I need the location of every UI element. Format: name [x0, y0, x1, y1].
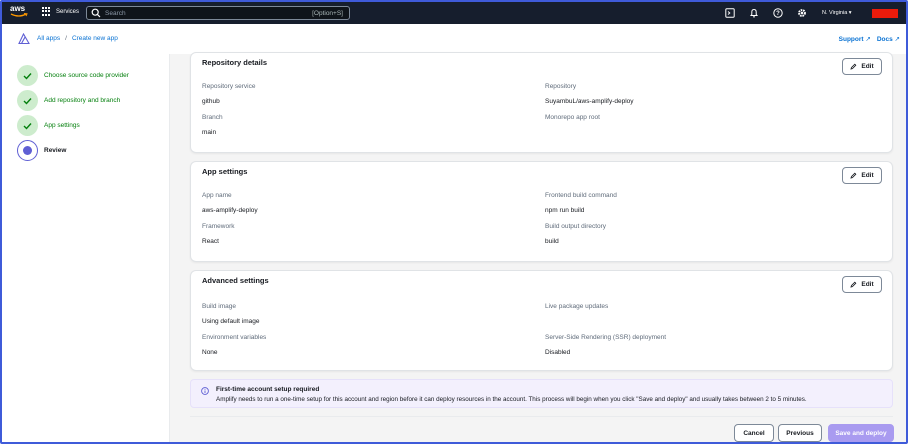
- step-choose-source[interactable]: Choose source code provider: [17, 65, 129, 86]
- svg-text:?: ?: [776, 11, 780, 17]
- field-value: github: [202, 98, 220, 105]
- divider: [190, 416, 893, 417]
- edit-app-settings-button[interactable]: Edit: [842, 167, 882, 184]
- region-selector[interactable]: N. Virginia ▾: [822, 10, 852, 16]
- browser-frame: aws Services Search [Option+S] ? N. Virg…: [0, 0, 908, 444]
- aws-smile-icon: [10, 13, 28, 17]
- repository-details-card: Repository details Edit Repository servi…: [190, 52, 893, 153]
- amplify-logo-icon[interactable]: [18, 33, 30, 44]
- alert-message: Amplify needs to run a one-time setup fo…: [216, 396, 807, 403]
- field-value: SuyambuL/aws-amplify-deploy: [545, 98, 634, 105]
- bell-icon[interactable]: [749, 8, 759, 18]
- info-icon: [201, 387, 209, 395]
- field-label: Repository: [545, 83, 577, 90]
- docs-link[interactable]: Docs ↗: [877, 35, 900, 43]
- field-value: main: [202, 129, 217, 136]
- edit-label: Edit: [861, 63, 874, 70]
- step-label: Choose source code provider: [44, 72, 129, 79]
- cloudshell-icon[interactable]: [725, 8, 735, 18]
- alert-title: First-time account setup required: [216, 386, 320, 393]
- app-settings-card: App settings Edit App name aws-amplify-d…: [190, 161, 893, 262]
- step-label: Review: [44, 147, 67, 154]
- external-link-icon: ↗: [865, 36, 871, 43]
- search-icon: [91, 8, 101, 18]
- step-label: App settings: [44, 122, 80, 129]
- card-title: Advanced settings: [202, 276, 269, 285]
- top-nav: aws Services Search [Option+S] ? N. Virg…: [2, 2, 906, 24]
- aws-logo-text: aws: [10, 4, 26, 13]
- grid-icon: [42, 7, 51, 16]
- account-menu-redacted[interactable]: [872, 9, 898, 18]
- breadcrumb-create-new-app[interactable]: Create new app: [72, 35, 118, 42]
- help-links: Support ↗ Docs ↗: [839, 35, 900, 43]
- search-shortcut: [Option+S]: [312, 9, 343, 17]
- field-label: Live package updates: [545, 303, 609, 310]
- step-review: Review: [17, 140, 66, 161]
- step-add-repository[interactable]: Add repository and branch: [17, 90, 120, 111]
- field-label: Framework: [202, 223, 235, 230]
- field-value: Using default image: [202, 318, 260, 325]
- field-label: Environment variables: [202, 334, 267, 341]
- field-label: Frontend build command: [545, 192, 617, 199]
- field-label: App name: [202, 192, 232, 199]
- edit-repository-button[interactable]: Edit: [842, 58, 882, 75]
- breadcrumb-bar: All apps / Create new app Support ↗ Docs…: [2, 24, 906, 54]
- field-label: Monorepo app root: [545, 114, 600, 121]
- breadcrumb-separator: /: [65, 35, 67, 42]
- field-value: build: [545, 238, 559, 245]
- pencil-icon: [850, 281, 857, 288]
- field-value: None: [202, 349, 218, 356]
- field-label: Build image: [202, 303, 236, 310]
- step-complete-icon: [17, 115, 38, 136]
- docs-label: Docs: [876, 36, 893, 43]
- field-label: Branch: [202, 114, 223, 121]
- aws-logo[interactable]: aws: [10, 5, 32, 21]
- card-title: Repository details: [202, 58, 268, 67]
- field-value: Disabled: [545, 349, 571, 356]
- support-link[interactable]: Support ↗: [839, 35, 871, 43]
- advanced-settings-card: Advanced settings Edit Build image Using…: [190, 270, 893, 371]
- review-main: Repository details Edit Repository servi…: [170, 52, 906, 442]
- field-label: Build output directory: [545, 223, 607, 230]
- edit-advanced-settings-button[interactable]: Edit: [842, 276, 882, 293]
- setup-info-alert: First-time account setup required Amplif…: [190, 379, 893, 408]
- previous-button[interactable]: Previous: [778, 424, 822, 442]
- field-value: React: [202, 238, 219, 245]
- field-label: Repository service: [202, 83, 256, 90]
- step-label: Add repository and branch: [44, 97, 121, 104]
- breadcrumb-all-apps[interactable]: All apps: [37, 35, 60, 42]
- support-label: Support: [838, 36, 864, 43]
- breadcrumb: All apps / Create new app: [37, 35, 118, 42]
- cancel-button[interactable]: Cancel: [734, 424, 774, 442]
- field-value: aws-amplify-deploy: [202, 207, 258, 214]
- field-label: Server-Side Rendering (SSR) deployment: [545, 334, 667, 341]
- edit-label: Edit: [861, 281, 874, 288]
- pencil-icon: [850, 63, 857, 70]
- services-label: Services: [56, 8, 80, 15]
- card-title: App settings: [202, 167, 248, 176]
- external-link-icon: ↗: [894, 36, 900, 43]
- search-placeholder: Search: [105, 9, 126, 17]
- services-menu[interactable]: Services: [42, 7, 79, 16]
- wizard-steps: Choose source code provider Add reposito…: [2, 54, 170, 442]
- step-current-icon: [17, 140, 38, 161]
- pencil-icon: [850, 172, 857, 179]
- step-complete-icon: [17, 90, 38, 111]
- field-value: npm run build: [545, 207, 585, 214]
- save-and-deploy-button[interactable]: Save and deploy: [828, 424, 894, 442]
- help-icon[interactable]: ?: [773, 8, 783, 18]
- gear-icon[interactable]: [797, 8, 807, 18]
- step-app-settings[interactable]: App settings: [17, 115, 80, 136]
- search-input[interactable]: Search [Option+S]: [86, 6, 350, 20]
- step-complete-icon: [17, 65, 38, 86]
- edit-label: Edit: [861, 172, 874, 179]
